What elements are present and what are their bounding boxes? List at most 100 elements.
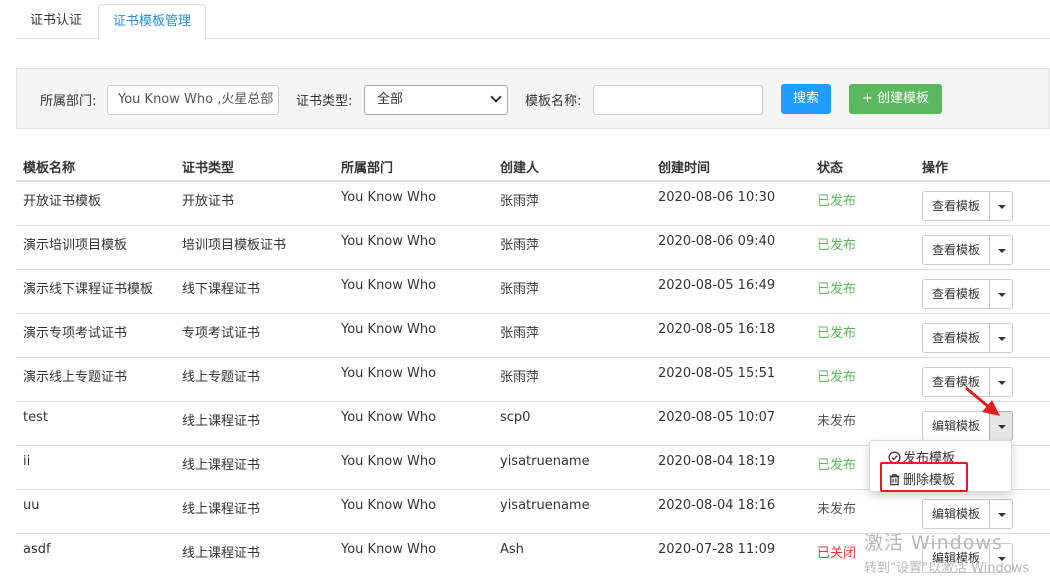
cert-type-selected: 全部: [377, 92, 404, 107]
action-group: 查看模板: [922, 191, 1013, 221]
view-template-button[interactable]: 查看模板: [922, 323, 990, 353]
action-group: 查看模板: [922, 323, 1013, 353]
view-template-button[interactable]: 查看模板: [922, 279, 990, 309]
status-badge: 已发布: [817, 194, 857, 209]
caret-down-icon: [998, 293, 1006, 297]
cell-created-time: 2020-08-05 16:49: [658, 278, 776, 293]
cell-created-time: 2020-08-05 16:18: [658, 322, 776, 337]
tab-certificate-auth[interactable]: 证书认证: [16, 4, 96, 39]
header-created-time: 创建时间: [658, 161, 711, 176]
cell-creator: 张雨萍: [500, 194, 540, 209]
caret-down-icon: [998, 337, 1006, 341]
cell-template-name: test: [23, 410, 48, 425]
cell-cert-type: 线上课程证书: [182, 502, 261, 517]
create-template-button[interactable]: + 创建模板: [849, 84, 942, 114]
action-group: 查看模板: [922, 235, 1013, 265]
cell-creator: 张雨萍: [500, 238, 540, 253]
table-row: 演示线下课程证书模板 线下课程证书 You Know Who 张雨萍 2020-…: [16, 270, 1050, 314]
status-badge: 已发布: [817, 326, 857, 341]
status-badge: 已发布: [817, 282, 857, 297]
cell-cert-type: 线上课程证书: [182, 458, 261, 473]
department-input[interactable]: You Know Who ,火星总部: [107, 85, 279, 115]
caret-down-icon: [998, 249, 1006, 253]
cell-creator: Ash: [500, 542, 524, 557]
cell-template-name: 开放证书模板: [23, 194, 102, 209]
cell-created-time: 2020-08-06 09:40: [658, 234, 776, 249]
caret-down-icon: [998, 513, 1006, 517]
cell-template-name: 演示专项考试证书: [23, 326, 128, 341]
header-actions: 操作: [922, 161, 949, 176]
cell-created-time: 2020-07-28 11:09: [658, 542, 776, 557]
action-dropdown-toggle[interactable]: [989, 235, 1013, 265]
cell-department: You Know Who: [341, 190, 437, 205]
cert-type-label: 证书类型:: [296, 94, 353, 109]
caret-down-icon: [998, 205, 1006, 209]
cell-creator: yisatruename: [500, 454, 590, 469]
watermark-line1: 激活 Windows: [864, 532, 1003, 554]
template-name-input[interactable]: [593, 85, 763, 115]
cell-creator: 张雨萍: [500, 326, 540, 341]
caret-down-icon: [998, 425, 1006, 429]
table-row: 演示专项考试证书 专项考试证书 You Know Who 张雨萍 2020-08…: [16, 314, 1050, 358]
search-button[interactable]: 搜索: [781, 84, 831, 114]
cell-department: You Know Who: [341, 322, 437, 337]
status-badge: 未发布: [817, 414, 857, 429]
status-badge: 已发布: [817, 458, 857, 473]
cell-cert-type: 线上课程证书: [182, 414, 261, 429]
edit-template-button[interactable]: 编辑模板: [922, 499, 990, 529]
watermark-line2: 转到"设置"以激活 Windows: [864, 561, 1030, 576]
cell-cert-type: 线上课程证书: [182, 546, 261, 561]
cell-department: You Know Who: [341, 366, 437, 381]
action-dropdown-toggle[interactable]: [989, 279, 1013, 309]
cert-type-select[interactable]: 全部: [364, 85, 508, 115]
cell-template-name: 演示线上专题证书: [23, 370, 128, 385]
cell-cert-type: 专项考试证书: [182, 326, 261, 341]
view-template-button[interactable]: 查看模板: [922, 191, 990, 221]
cell-created-time: 2020-08-06 10:30: [658, 190, 776, 205]
cell-cert-type: 线下课程证书: [182, 282, 261, 297]
cell-template-name: asdf: [23, 542, 51, 557]
filter-panel: 所属部门: You Know Who ,火星总部 证书类型: 全部 模板名称: …: [16, 68, 1050, 129]
action-dropdown-toggle[interactable]: [989, 191, 1013, 221]
table-row: 演示培训项目模板 培训项目模板证书 You Know Who 张雨萍 2020-…: [16, 226, 1050, 270]
header-cert-type: 证书类型: [182, 161, 235, 176]
cell-department: You Know Who: [341, 410, 437, 425]
cell-template-name: ii: [23, 454, 31, 469]
cell-creator: 张雨萍: [500, 370, 540, 385]
status-badge: 未发布: [817, 502, 857, 517]
table-header: 模板名称 证书类型 所属部门 创建人 创建时间 状态 操作: [16, 148, 1050, 182]
template-name-label: 模板名称:: [525, 94, 582, 109]
tab-template-management[interactable]: 证书模板管理: [98, 4, 207, 40]
header-status: 状态: [817, 161, 844, 176]
cell-template-name: 演示培训项目模板: [23, 238, 128, 253]
cell-created-time: 2020-08-04 18:19: [658, 454, 776, 469]
table-row: 演示线上专题证书 线上专题证书 You Know Who 张雨萍 2020-08…: [16, 358, 1050, 402]
action-dropdown-toggle[interactable]: [989, 499, 1013, 529]
cell-created-time: 2020-08-05 15:51: [658, 366, 776, 381]
cell-creator: yisatruename: [500, 498, 590, 513]
cell-cert-type: 培训项目模板证书: [182, 238, 287, 253]
cell-department: You Know Who: [341, 278, 437, 293]
cell-cert-type: 线上专题证书: [182, 370, 261, 385]
status-badge: 已发布: [817, 238, 857, 253]
chevron-down-icon: [490, 91, 502, 103]
view-template-button[interactable]: 查看模板: [922, 235, 990, 265]
table-row: 开放证书模板 开放证书 You Know Who 张雨萍 2020-08-06 …: [16, 182, 1050, 226]
cell-department: You Know Who: [341, 454, 437, 469]
tab-bar: 证书认证 证书模板管理: [16, 0, 1050, 40]
red-arrow-annotation: [965, 386, 1000, 416]
action-dropdown-toggle[interactable]: [989, 323, 1013, 353]
action-group: 查看模板: [922, 279, 1013, 309]
cell-creator: scp0: [500, 410, 531, 425]
cell-creator: 张雨萍: [500, 282, 540, 297]
cell-template-name: 演示线下课程证书模板: [23, 282, 154, 297]
cell-template-name: uu: [23, 498, 40, 513]
template-table: 模板名称 证书类型 所属部门 创建人 创建时间 状态 操作 开放证书模板 开放证…: [16, 148, 1050, 576]
header-template-name: 模板名称: [23, 161, 76, 176]
action-group: 编辑模板: [922, 499, 1013, 529]
cell-department: You Know Who: [341, 234, 437, 249]
delete-highlight-box: [880, 462, 968, 492]
cell-department: You Know Who: [341, 542, 437, 557]
header-department: 所属部门: [341, 161, 394, 176]
cell-cert-type: 开放证书: [182, 194, 235, 209]
